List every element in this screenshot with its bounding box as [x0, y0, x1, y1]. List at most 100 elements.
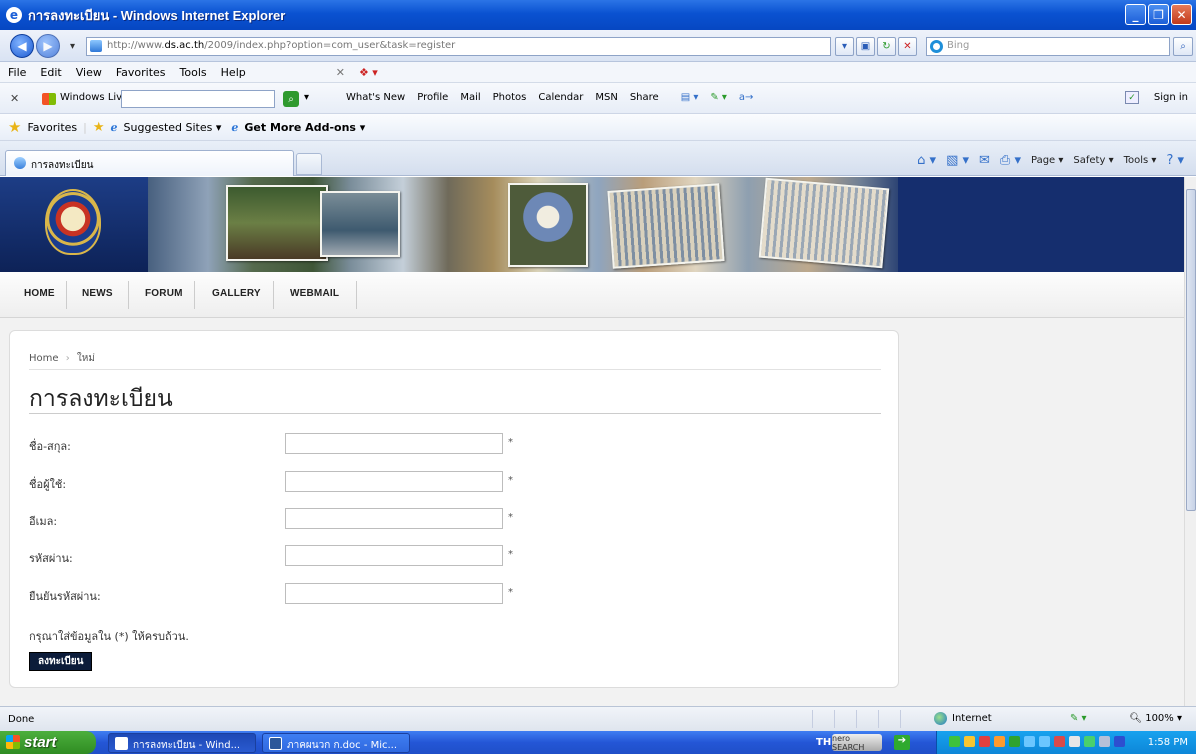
- tray-icon[interactable]: [1054, 736, 1065, 747]
- username-input[interactable]: [285, 471, 503, 492]
- back-arrow-icon[interactable]: ◀: [10, 34, 34, 58]
- required-mark: *: [508, 512, 513, 523]
- address-dropdown-icon[interactable]: ▾: [835, 37, 854, 56]
- nav-home[interactable]: HOME: [24, 288, 55, 299]
- wl-highlight-icon[interactable]: ✎ ▾: [710, 92, 727, 103]
- suggested-sites-link[interactable]: Suggested Sites ▾: [124, 121, 222, 134]
- tray-icon[interactable]: [994, 736, 1005, 747]
- status-text: Done: [8, 714, 35, 725]
- close-toolbar-icon[interactable]: ✕: [10, 92, 19, 105]
- favorites-star-icon[interactable]: ★: [8, 118, 21, 136]
- ie-small-icon: ℯ: [110, 120, 118, 134]
- school-crest-icon: [45, 189, 101, 255]
- banner-photo: [758, 177, 890, 269]
- email-input[interactable]: [285, 508, 503, 529]
- language-indicator[interactable]: TH: [816, 737, 831, 748]
- menu-favorites[interactable]: Favorites: [116, 66, 166, 79]
- menu-edit[interactable]: Edit: [40, 66, 61, 79]
- tray-icon[interactable]: [964, 736, 975, 747]
- compat-view-icon[interactable]: ▣: [856, 37, 875, 56]
- nero-search-box[interactable]: nero SEARCH: [832, 734, 882, 752]
- site-banner: [0, 177, 1184, 272]
- tray-icon[interactable]: [1069, 736, 1080, 747]
- taskbar-word-window[interactable]: ภาคผนวก ก.doc - Mic...: [262, 733, 410, 753]
- wl-translate-icon[interactable]: a→: [739, 92, 754, 103]
- globe-icon: [934, 712, 947, 725]
- scrollbar-thumb[interactable]: [1186, 189, 1196, 511]
- refresh-icon[interactable]: ↻: [877, 37, 896, 56]
- nav-news[interactable]: NEWS: [82, 288, 113, 299]
- breadcrumb: Home › ใหม่: [29, 351, 95, 366]
- go-search-icon[interactable]: ⌕: [283, 91, 299, 107]
- protected-mode-icon[interactable]: ✎ ▾: [1070, 713, 1087, 724]
- vertical-scrollbar[interactable]: [1184, 177, 1196, 706]
- nav-gallery[interactable]: GALLERY: [212, 288, 261, 299]
- password-input[interactable]: [285, 545, 503, 566]
- wl-link-msn[interactable]: MSN: [595, 92, 617, 103]
- page-menu[interactable]: Page ▾: [1031, 155, 1063, 166]
- add-favorite-icon[interactable]: ★: [93, 120, 105, 135]
- maximize-button[interactable]: ❐: [1148, 4, 1169, 25]
- tray-icon[interactable]: [949, 736, 960, 747]
- window-titlebar[interactable]: e การลงทะเบียน - Windows Internet Explor…: [0, 0, 1196, 30]
- new-tab-button[interactable]: [296, 153, 322, 175]
- stop-icon[interactable]: ✕: [898, 37, 917, 56]
- register-button[interactable]: ลงทะเบียน: [29, 652, 93, 671]
- close-toolbar-icon[interactable]: ✕: [336, 66, 345, 79]
- history-dropdown-icon[interactable]: ▾: [63, 37, 82, 56]
- feeds-icon[interactable]: ▧ ▾: [946, 153, 969, 168]
- wl-link-profile[interactable]: Profile: [417, 92, 448, 103]
- tab-bar: การลงทะเบียน ⌂ ▾ ▧ ▾ ✉ ⎙ ▾ Page ▾ Safety…: [0, 141, 1196, 176]
- ie-logo-icon: e: [6, 7, 22, 23]
- close-button[interactable]: ✕: [1171, 4, 1192, 25]
- help-icon[interactable]: ? ▾: [1166, 153, 1184, 168]
- wl-link-calendar[interactable]: Calendar: [538, 92, 583, 103]
- print-icon[interactable]: ⎙ ▾: [1000, 153, 1021, 168]
- address-input[interactable]: http://www.ds.ac.th/2009/index.php?optio…: [86, 37, 831, 56]
- home-icon[interactable]: ⌂ ▾: [917, 153, 936, 168]
- search-dropdown-icon[interactable]: ▾: [304, 92, 309, 103]
- menu-file[interactable]: File: [8, 66, 26, 79]
- windows-live-label[interactable]: Windows Live: [60, 92, 128, 103]
- tray-icon[interactable]: [1024, 736, 1035, 747]
- fullname-input[interactable]: [285, 433, 503, 454]
- forward-arrow-icon[interactable]: ▶: [36, 34, 60, 58]
- zoom-control[interactable]: 🔍︎ 100% ▾: [1129, 713, 1182, 724]
- tray-icon[interactable]: [1099, 736, 1110, 747]
- tray-icon[interactable]: [1039, 736, 1050, 747]
- tray-icon[interactable]: [1084, 736, 1095, 747]
- menu-help[interactable]: Help: [221, 66, 246, 79]
- taskbar-ie-window[interactable]: การลงทะเบียน - Wind...: [108, 733, 256, 753]
- menu-view[interactable]: View: [76, 66, 102, 79]
- get-addons-link[interactable]: Get More Add-ons ▾: [244, 121, 365, 134]
- tab-current[interactable]: การลงทะเบียน: [5, 150, 294, 176]
- breadcrumb-home-link[interactable]: Home: [29, 353, 59, 364]
- go-arrow-icon[interactable]: ➔: [894, 735, 910, 750]
- wl-link-photos[interactable]: Photos: [493, 92, 527, 103]
- wl-tool-icon[interactable]: ▤ ▾: [681, 92, 699, 103]
- minimize-button[interactable]: _: [1125, 4, 1146, 25]
- word-doc-icon: [269, 737, 282, 750]
- search-icon[interactable]: ⌕: [1173, 37, 1193, 56]
- tray-icon[interactable]: [1114, 736, 1125, 747]
- tools-menu[interactable]: Tools ▾: [1124, 155, 1157, 166]
- wl-link-mail[interactable]: Mail: [460, 92, 480, 103]
- favorites-button[interactable]: Favorites: [27, 121, 77, 134]
- windows-live-search-input[interactable]: [121, 90, 275, 108]
- tray-icon[interactable]: [1009, 736, 1020, 747]
- mail-icon[interactable]: ✉: [979, 153, 990, 168]
- nav-forum[interactable]: FORUM: [145, 288, 183, 299]
- sign-in-link[interactable]: Sign in: [1154, 92, 1188, 103]
- translate-icon[interactable]: ❖ ▾: [359, 66, 378, 79]
- nav-webmail[interactable]: WEBMAIL: [290, 288, 339, 299]
- address-toolbar: ◀ ▶ ▾ http://www.ds.ac.th/2009/index.php…: [0, 30, 1196, 62]
- safety-menu[interactable]: Safety ▾: [1073, 155, 1113, 166]
- search-input[interactable]: Bing: [926, 37, 1170, 56]
- wl-link-whats-new[interactable]: What's New: [346, 92, 405, 103]
- wl-link-share[interactable]: Share: [630, 92, 659, 103]
- menu-tools[interactable]: Tools: [180, 66, 207, 79]
- confirm-password-input[interactable]: [285, 583, 503, 604]
- tray-icon[interactable]: [979, 736, 990, 747]
- security-zone[interactable]: Internet: [934, 712, 992, 725]
- start-button[interactable]: start: [0, 731, 96, 754]
